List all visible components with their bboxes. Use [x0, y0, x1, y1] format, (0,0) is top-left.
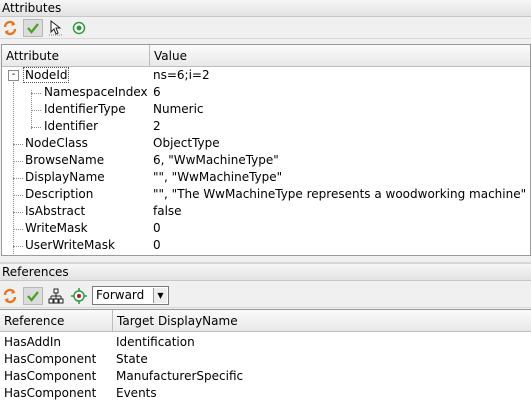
checkmark-icon [26, 289, 40, 303]
attribute-row-nodeid[interactable]: - NodeId ns=6;i=2 [2, 67, 530, 84]
chevron-down-icon[interactable]: ▼ [153, 288, 167, 303]
attribute-row[interactable]: NodeClass ObjectType [2, 135, 530, 152]
refresh-references-button[interactable] [0, 287, 20, 305]
direction-select[interactable]: Forward ▼ [92, 286, 169, 305]
reference-target: Events [116, 386, 157, 400]
monitor-button[interactable] [69, 19, 89, 37]
reference-type: HasComponent [4, 352, 97, 366]
apply-button[interactable] [23, 19, 43, 37]
attribute-row[interactable]: IsAbstract false [2, 203, 530, 220]
attribute-value: false [153, 204, 182, 218]
collapse-toggle[interactable]: - [8, 70, 19, 81]
reference-type: HasComponent [4, 369, 97, 383]
column-header-value[interactable]: Value [150, 45, 530, 67]
attribute-row[interactable]: UserWriteMask 0 [2, 237, 530, 254]
attribute-name: UserWriteMask [25, 238, 115, 252]
reference-target: ManufacturerSpecific [116, 369, 244, 383]
hierarchy-button[interactable] [46, 287, 66, 305]
reference-type: HasAddIn [4, 335, 62, 349]
references-toolbar: Forward ▼ [0, 284, 531, 308]
references-table: Reference Target DisplayName HasAddIn Id… [0, 309, 531, 405]
attribute-row[interactable]: DisplayName "", "WwMachineType" [2, 169, 530, 186]
attribute-value: ns=6;i=2 [153, 68, 210, 82]
attribute-name: BrowseName [25, 153, 105, 167]
refresh-icon [2, 20, 18, 36]
attribute-name: Identifier [44, 119, 99, 133]
attribute-row[interactable]: NamespaceIndex 6 [2, 84, 530, 101]
attribute-name: IsAbstract [25, 204, 86, 218]
browse-button[interactable] [69, 287, 89, 305]
reference-type: HasComponent [4, 386, 97, 400]
reference-row[interactable]: HasComponent State [0, 351, 530, 368]
attribute-value: 2 [153, 119, 161, 133]
attribute-value: 6, "WwMachineType" [153, 153, 279, 167]
select-mode-button[interactable] [46, 19, 66, 37]
attribute-name: NodeId [23, 67, 70, 83]
reference-target: State [116, 352, 148, 366]
attribute-value: Numeric [153, 102, 204, 116]
attributes-section-title: Attributes [0, 0, 531, 17]
attribute-name: DisplayName [25, 170, 105, 184]
attribute-row[interactable]: WriteMask 0 [2, 220, 530, 237]
attribute-row[interactable]: Description "", "The WwMachineType repre… [2, 186, 530, 203]
attributes-table: Attribute Value - NodeId ns=6;i=2 Namesp… [1, 44, 531, 256]
target-icon [72, 21, 86, 35]
compass-icon [71, 288, 87, 304]
reference-target: Identification [116, 335, 195, 349]
attributes-toolbar [0, 17, 531, 39]
attribute-value: ObjectType [153, 136, 220, 150]
direction-select-value: Forward [96, 288, 145, 302]
column-header-reference[interactable]: Reference [0, 310, 113, 332]
attribute-name: Description [25, 187, 94, 201]
attribute-name: WriteMask [25, 221, 88, 235]
attribute-name: NodeClass [25, 136, 88, 150]
refresh-button[interactable] [0, 19, 20, 37]
hierarchy-icon [48, 288, 64, 304]
reference-row[interactable]: HasAddIn Identification [0, 334, 530, 351]
column-header-attribute[interactable]: Attribute [2, 45, 150, 67]
attribute-value: 0 [153, 221, 161, 235]
attribute-value: 0 [153, 238, 161, 252]
attribute-row[interactable]: Identifier 2 [2, 118, 530, 135]
attribute-row[interactable]: IdentifierType Numeric [2, 101, 530, 118]
checkmark-icon [26, 21, 40, 35]
column-header-target-displayname[interactable]: Target DisplayName [113, 310, 531, 332]
attribute-name: IdentifierType [44, 102, 126, 116]
reference-row[interactable]: HasComponent Events [0, 385, 530, 402]
attribute-row[interactable]: BrowseName 6, "WwMachineType" [2, 152, 530, 169]
attribute-value: "", "The WwMachineType represents a wood… [153, 187, 527, 201]
attribute-name: NamespaceIndex [44, 85, 148, 99]
references-section-title: References [0, 264, 531, 281]
refresh-icon [2, 288, 18, 304]
reference-row[interactable]: HasComponent ManufacturerSpecific [0, 368, 530, 385]
attribute-value: "", "WwMachineType" [153, 170, 283, 184]
apply-references-button[interactable] [23, 287, 43, 305]
attribute-value: 6 [153, 85, 161, 99]
pointer-icon [48, 20, 64, 36]
